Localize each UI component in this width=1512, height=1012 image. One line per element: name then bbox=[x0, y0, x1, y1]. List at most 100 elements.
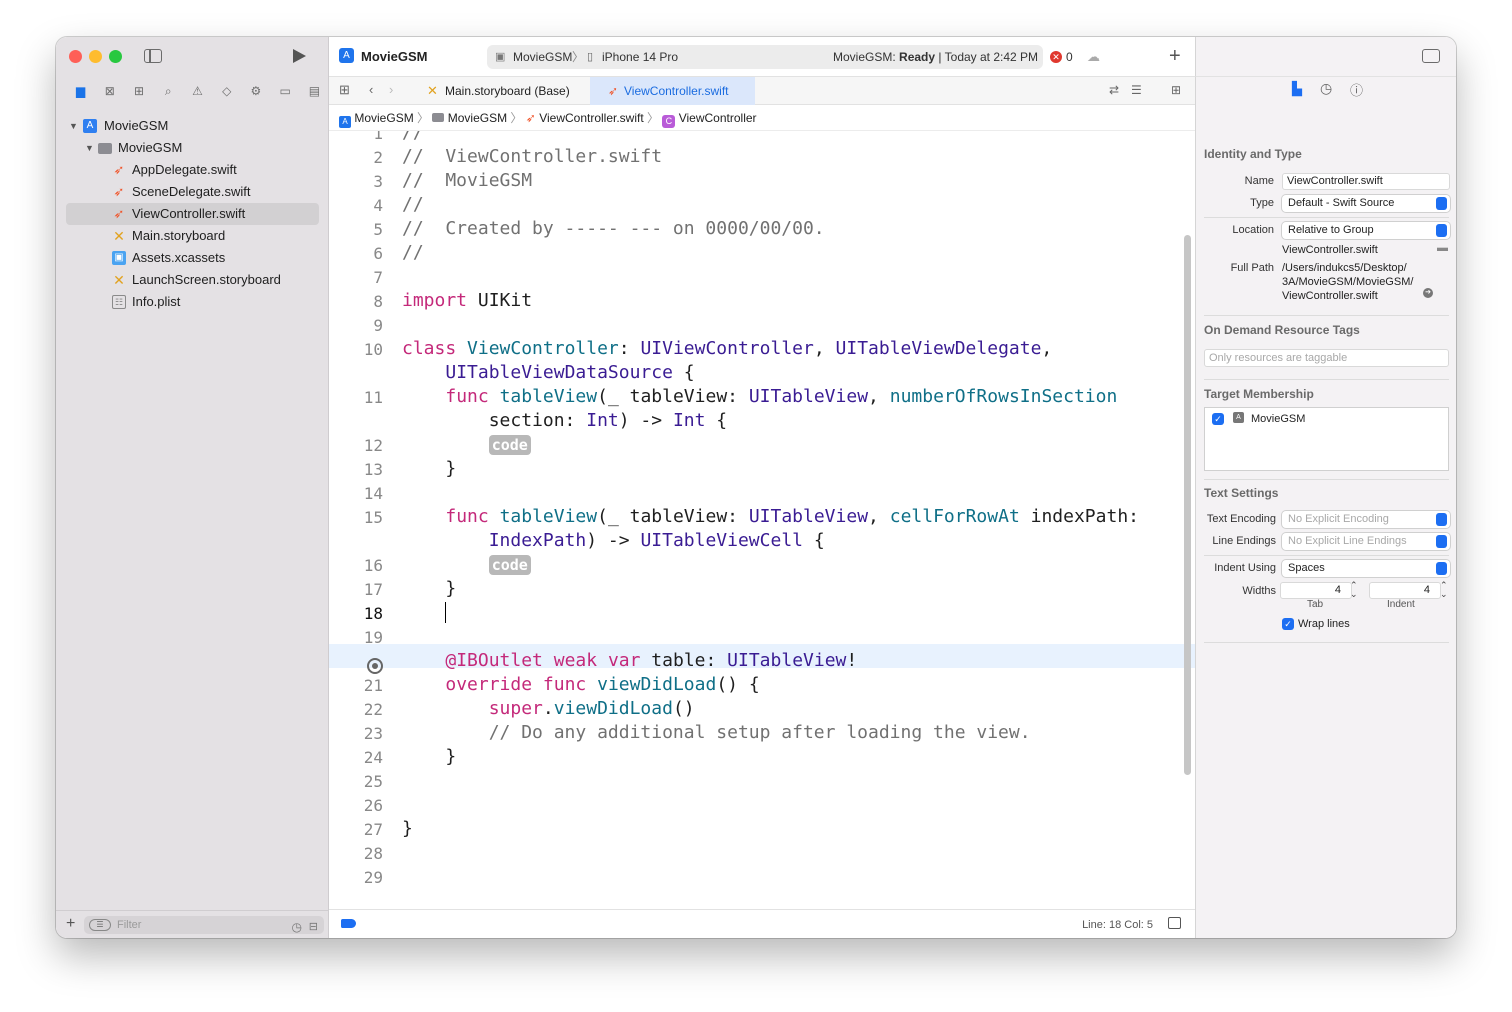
sidebar-toggle-icon[interactable] bbox=[144, 49, 162, 63]
line-number[interactable]: 29 bbox=[329, 868, 383, 887]
modified-files-icon[interactable]: ⊟ bbox=[309, 918, 318, 936]
tree-item-group[interactable]: ▼ MovieGSM bbox=[56, 137, 329, 159]
file-inspector-icon[interactable]: ▙ bbox=[1292, 81, 1302, 97]
line-number[interactable]: 23 bbox=[329, 724, 383, 743]
scheme-device[interactable]: iPhone 14 Pro bbox=[602, 45, 678, 69]
error-icon[interactable]: ✕ bbox=[1050, 51, 1062, 63]
recent-files-icon[interactable]: ◷ bbox=[292, 918, 302, 936]
indent-width-stepper[interactable]: ⌃ ⌄ bbox=[1440, 581, 1448, 599]
target-checkbox[interactable]: ✓ bbox=[1212, 413, 1224, 425]
inspector-toggle-icon[interactable] bbox=[1422, 49, 1440, 63]
filter-field[interactable]: ☰ Filter ◷ ⊟ bbox=[84, 916, 324, 934]
line-number[interactable]: 14 bbox=[329, 484, 383, 503]
line-number[interactable]: 15 bbox=[329, 508, 383, 527]
line-number[interactable]: 4 bbox=[329, 196, 383, 215]
find-navigator-icon[interactable]: ⌕ bbox=[154, 84, 183, 99]
line-number[interactable]: 26 bbox=[329, 796, 383, 815]
name-field[interactable]: ViewController.swift bbox=[1282, 173, 1450, 190]
line-number[interactable]: 6 bbox=[329, 244, 383, 263]
line-number[interactable]: 17 bbox=[329, 580, 383, 599]
line-number[interactable]: 27 bbox=[329, 820, 383, 839]
filter-options-icon[interactable]: ☰ bbox=[89, 919, 111, 931]
location-popup[interactable]: Relative to Group bbox=[1282, 222, 1450, 239]
run-icon[interactable] bbox=[293, 49, 306, 63]
minimize-button[interactable] bbox=[89, 50, 102, 63]
line-endings-popup[interactable]: No Explicit Line Endings bbox=[1282, 533, 1450, 550]
breadcrumb-item[interactable]: MovieGSM bbox=[354, 111, 413, 125]
code-placeholder[interactable]: code bbox=[488, 555, 531, 575]
report-navigator-icon[interactable]: ▤ bbox=[300, 84, 329, 98]
line-number[interactable]: 10 bbox=[329, 340, 383, 359]
forward-icon[interactable]: › bbox=[389, 82, 393, 97]
tree-item-file[interactable]: ☷ Info.plist bbox=[56, 291, 329, 313]
line-number[interactable]: 9 bbox=[329, 316, 383, 335]
tree-item-project[interactable]: ▼ A MovieGSM bbox=[56, 115, 329, 137]
source-control-icon[interactable]: ⊠ bbox=[95, 84, 124, 98]
line-number[interactable]: 11 bbox=[329, 388, 383, 407]
line-number[interactable]: 12 bbox=[329, 436, 383, 455]
code-placeholder[interactable]: code bbox=[488, 435, 531, 455]
tab-width-field[interactable]: 4 bbox=[1280, 582, 1352, 599]
line-number[interactable]: 21 bbox=[329, 676, 383, 695]
breadcrumb-item[interactable]: MovieGSM bbox=[448, 111, 507, 125]
breakpoint-navigator-icon[interactable]: ▭ bbox=[271, 84, 300, 98]
tree-item-file[interactable]: ▣ Assets.xcassets bbox=[56, 247, 329, 269]
outlet-connection-icon[interactable] bbox=[367, 658, 383, 674]
line-number[interactable]: 13 bbox=[329, 460, 383, 479]
tree-item-file[interactable]: ✕ Main.storyboard bbox=[56, 225, 329, 247]
disclosure-open-icon[interactable]: ▼ bbox=[85, 137, 94, 159]
breadcrumb-item[interactable]: ViewController bbox=[679, 111, 757, 125]
line-number[interactable]: 22 bbox=[329, 700, 383, 719]
line-number[interactable]: 8 bbox=[329, 292, 383, 311]
tab-main-storyboard[interactable]: ✕ Main.storyboard (Base) bbox=[411, 77, 589, 105]
line-number[interactable]: 16 bbox=[329, 556, 383, 575]
tree-item-file[interactable]: ➶ AppDelegate.swift bbox=[56, 159, 329, 181]
tab-viewcontroller[interactable]: ➶ ViewController.swift bbox=[590, 77, 755, 105]
scheme-target[interactable]: MovieGSM bbox=[513, 45, 572, 69]
back-icon[interactable]: ‹ bbox=[369, 82, 373, 97]
grid-icon[interactable]: ⊞ bbox=[339, 82, 350, 98]
line-number[interactable]: 25 bbox=[329, 772, 383, 791]
related-items-icon[interactable]: ⇄ bbox=[1109, 83, 1119, 97]
folder-icon[interactable]: ▬ bbox=[1437, 242, 1448, 254]
symbol-navigator-icon[interactable]: ⊞ bbox=[124, 84, 153, 98]
line-number[interactable]: 18 bbox=[329, 604, 383, 623]
line-number[interactable]: 3 bbox=[329, 172, 383, 191]
debug-area-toggle-icon[interactable] bbox=[1168, 917, 1181, 929]
issue-navigator-icon[interactable]: ⚠ bbox=[183, 84, 212, 98]
tab-width-stepper[interactable]: ⌃ ⌄ bbox=[1350, 581, 1358, 599]
help-inspector-icon[interactable]: ⓘ bbox=[1350, 80, 1363, 99]
editor-options-icon[interactable]: ☰ bbox=[1131, 83, 1142, 97]
add-icon[interactable]: + bbox=[1169, 45, 1181, 67]
history-inspector-icon[interactable]: ◷ bbox=[1320, 80, 1332, 97]
close-button[interactable] bbox=[69, 50, 82, 63]
indent-width-field[interactable]: 4 bbox=[1369, 582, 1441, 599]
add-icon[interactable]: + bbox=[66, 915, 75, 933]
project-navigator-icon[interactable]: ▆ bbox=[66, 84, 95, 98]
editor-scrollbar[interactable] bbox=[1184, 235, 1191, 775]
tree-item-file-selected[interactable]: ➶ ViewController.swift bbox=[66, 203, 319, 225]
source-editor[interactable]: 1 2 3 4 5 6 7 8 9 10 11 12 13 14 15 16 17 18 19 21 22 23 24 25 2… bbox=[329, 131, 1195, 909]
split-editor-icon[interactable]: ⊞ bbox=[1171, 83, 1181, 97]
wrap-lines-checkbox[interactable]: ✓ bbox=[1282, 618, 1294, 630]
line-number[interactable]: 2 bbox=[329, 148, 383, 167]
disclosure-open-icon[interactable]: ▼ bbox=[69, 115, 78, 137]
line-number[interactable]: 28 bbox=[329, 844, 383, 863]
tree-item-file[interactable]: ✕ LaunchScreen.storyboard bbox=[56, 269, 329, 291]
encoding-popup[interactable]: No Explicit Encoding bbox=[1282, 511, 1450, 528]
indent-using-popup[interactable]: Spaces bbox=[1282, 560, 1450, 577]
line-number[interactable]: 7 bbox=[329, 268, 383, 287]
breakpoint-toggle-icon[interactable] bbox=[341, 919, 356, 928]
resource-tags-field[interactable]: Only resources are taggable bbox=[1204, 349, 1449, 367]
debug-navigator-icon[interactable]: ⚙ bbox=[241, 84, 270, 98]
breadcrumb-item[interactable]: ViewController.swift bbox=[539, 111, 643, 125]
line-number[interactable]: 1 bbox=[329, 131, 383, 143]
line-number[interactable]: 19 bbox=[329, 628, 383, 647]
type-popup[interactable]: Default - Swift Source bbox=[1282, 195, 1450, 212]
test-navigator-icon[interactable]: ◇ bbox=[212, 84, 241, 98]
zoom-button[interactable] bbox=[109, 50, 122, 63]
reveal-in-finder-icon[interactable]: ➔ bbox=[1423, 288, 1433, 298]
line-number[interactable]: 24 bbox=[329, 748, 383, 767]
tree-item-file[interactable]: ➶ SceneDelegate.swift bbox=[56, 181, 329, 203]
line-number[interactable]: 5 bbox=[329, 220, 383, 239]
